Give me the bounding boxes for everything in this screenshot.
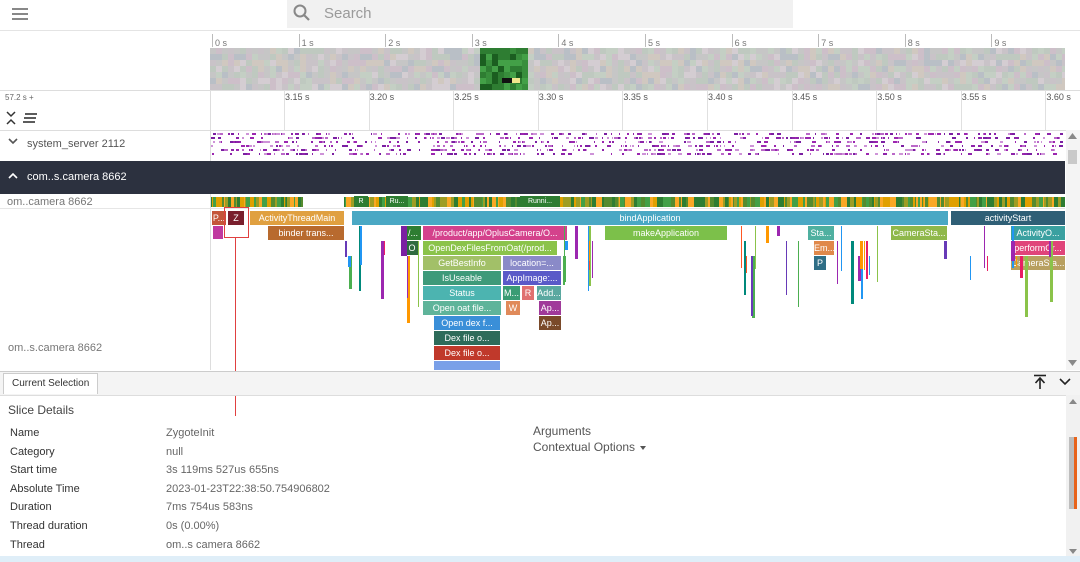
detail-key: Thread duration bbox=[10, 520, 88, 532]
overview-tick-label: 6 s bbox=[734, 38, 747, 48]
timeline-tick-label: 3.30 s bbox=[538, 92, 564, 102]
slice-details-title: Slice Details bbox=[8, 403, 75, 417]
overview-tick-label: 9 s bbox=[994, 38, 1007, 48]
timeline-tick-label: 3.35 s bbox=[623, 92, 648, 102]
timeline-tick-label: 3.55 s bbox=[961, 92, 987, 102]
timeline-tick-label: 3.15 s bbox=[285, 92, 310, 102]
search-icon bbox=[293, 4, 310, 21]
scrollbar-indicator bbox=[1074, 437, 1077, 509]
chevron-down-icon[interactable] bbox=[1058, 376, 1072, 388]
small-slices[interactable] bbox=[211, 226, 1065, 370]
chevron-up-icon[interactable] bbox=[8, 171, 18, 181]
scrollbar[interactable] bbox=[1066, 130, 1080, 370]
overview-tick-label: 2 s bbox=[388, 38, 401, 48]
detail-key: Category bbox=[10, 445, 55, 458]
detail-key: Thread bbox=[10, 538, 45, 551]
timeline-tick-label: 3.50 s bbox=[877, 92, 902, 102]
detail-value: ZygoteInit bbox=[166, 427, 215, 439]
arguments-title: Arguments bbox=[533, 424, 592, 438]
contextual-options-dropdown[interactable]: Contextual Options bbox=[533, 440, 635, 454]
footer-strip bbox=[0, 556, 1080, 562]
timeline-tick-label: 3.40 s bbox=[708, 92, 733, 102]
thread-label: om.​​.camera 8662 bbox=[7, 196, 93, 208]
overview-tick-line bbox=[991, 34, 993, 47]
state-running[interactable]: Ru... bbox=[386, 196, 408, 207]
menu-icon[interactable] bbox=[12, 8, 28, 20]
scroll-up-arrow-icon[interactable] bbox=[1068, 133, 1077, 139]
overview-tick-line bbox=[904, 34, 906, 47]
overview-tick-line bbox=[645, 34, 646, 47]
detail-value: null bbox=[166, 445, 184, 458]
detail-key: Name bbox=[10, 427, 40, 439]
overview-tick-line bbox=[212, 34, 213, 47]
annotation-highlight bbox=[224, 207, 249, 238]
details-tabbar bbox=[0, 371, 1080, 396]
overview-tick-line bbox=[471, 34, 473, 47]
overview-tick-line bbox=[298, 34, 300, 47]
timeline-tick-label: 3.60 s bbox=[1046, 92, 1071, 102]
overview-tick-line bbox=[731, 34, 733, 47]
dropdown-caret-icon[interactable] bbox=[640, 446, 646, 450]
thread-state-strip[interactable] bbox=[211, 197, 1065, 207]
process-header[interactable] bbox=[0, 161, 1065, 194]
timeline-tick-label: 3.25 s bbox=[454, 92, 479, 102]
overview-tick-label: 4 s bbox=[561, 38, 574, 48]
detail-value: om.​​.s camera 8662 bbox=[166, 538, 261, 551]
tab-current-selection[interactable]: Current Selection bbox=[3, 373, 99, 394]
timeline-tick-label: 3.20 s bbox=[369, 92, 395, 102]
overview-tick-label: 8 s bbox=[907, 38, 920, 48]
slice-activity-start[interactable]: activityStart bbox=[951, 211, 1065, 225]
overview-tick-line bbox=[385, 34, 387, 47]
scroll-down-arrow-icon[interactable] bbox=[1068, 360, 1077, 366]
detail-value: 3s 119ms 527us 655ns bbox=[166, 464, 279, 477]
detail-key: Duration bbox=[10, 501, 52, 514]
detail-value: 0s (0.00%) bbox=[166, 520, 220, 532]
pin-to-top-icon[interactable] bbox=[1033, 374, 1047, 390]
system-server-activity[interactable] bbox=[211, 131, 1065, 159]
overview-heatmap[interactable] bbox=[210, 48, 1065, 90]
scrollbar-thumb[interactable] bbox=[1068, 150, 1077, 164]
expand-collapse-icon[interactable] bbox=[6, 110, 16, 126]
scroll-up-arrow-icon[interactable] bbox=[1069, 399, 1077, 404]
overview-tick-label: 0 s bbox=[215, 38, 228, 48]
state-running[interactable]: R bbox=[354, 196, 368, 207]
overview-tick-line bbox=[818, 34, 820, 47]
divider bbox=[0, 90, 1080, 91]
overview-tick-label: 5 s bbox=[648, 38, 661, 48]
slice[interactable]: ActivityThreadMain bbox=[250, 211, 344, 225]
chevron-down-icon[interactable] bbox=[8, 136, 18, 146]
search-input[interactable]: Search bbox=[324, 5, 372, 22]
overview-tick-label: 3 s bbox=[474, 38, 487, 48]
divider bbox=[0, 208, 1065, 209]
tracks-list-icon[interactable] bbox=[22, 112, 38, 124]
track-label: system_server 2112 bbox=[27, 138, 126, 150]
thread-label: om.​​.s.camera 8662 bbox=[8, 342, 103, 354]
timeline-tick-label: 3.45 s bbox=[792, 92, 818, 102]
overview-tick-label: 1 s bbox=[301, 38, 314, 48]
state-running[interactable]: Runni... bbox=[520, 196, 560, 207]
detail-key: Absolute Time bbox=[10, 482, 80, 495]
slice-bind-application[interactable]: bindApplication bbox=[352, 211, 948, 225]
detail-key: Start time bbox=[10, 464, 58, 477]
detail-value: 2023-01-23T22:38:50.754906802 bbox=[166, 482, 330, 495]
scroll-down-arrow-icon[interactable] bbox=[1069, 549, 1077, 554]
timeline-offset: 57.2 s + bbox=[5, 93, 34, 102]
detail-value: 7ms 754us 583ns bbox=[166, 501, 253, 514]
overview-tick-line bbox=[558, 34, 560, 47]
overview-tick-label: 7 s bbox=[821, 38, 834, 48]
process-label: com.​​.s.camera 8662 bbox=[27, 171, 127, 183]
